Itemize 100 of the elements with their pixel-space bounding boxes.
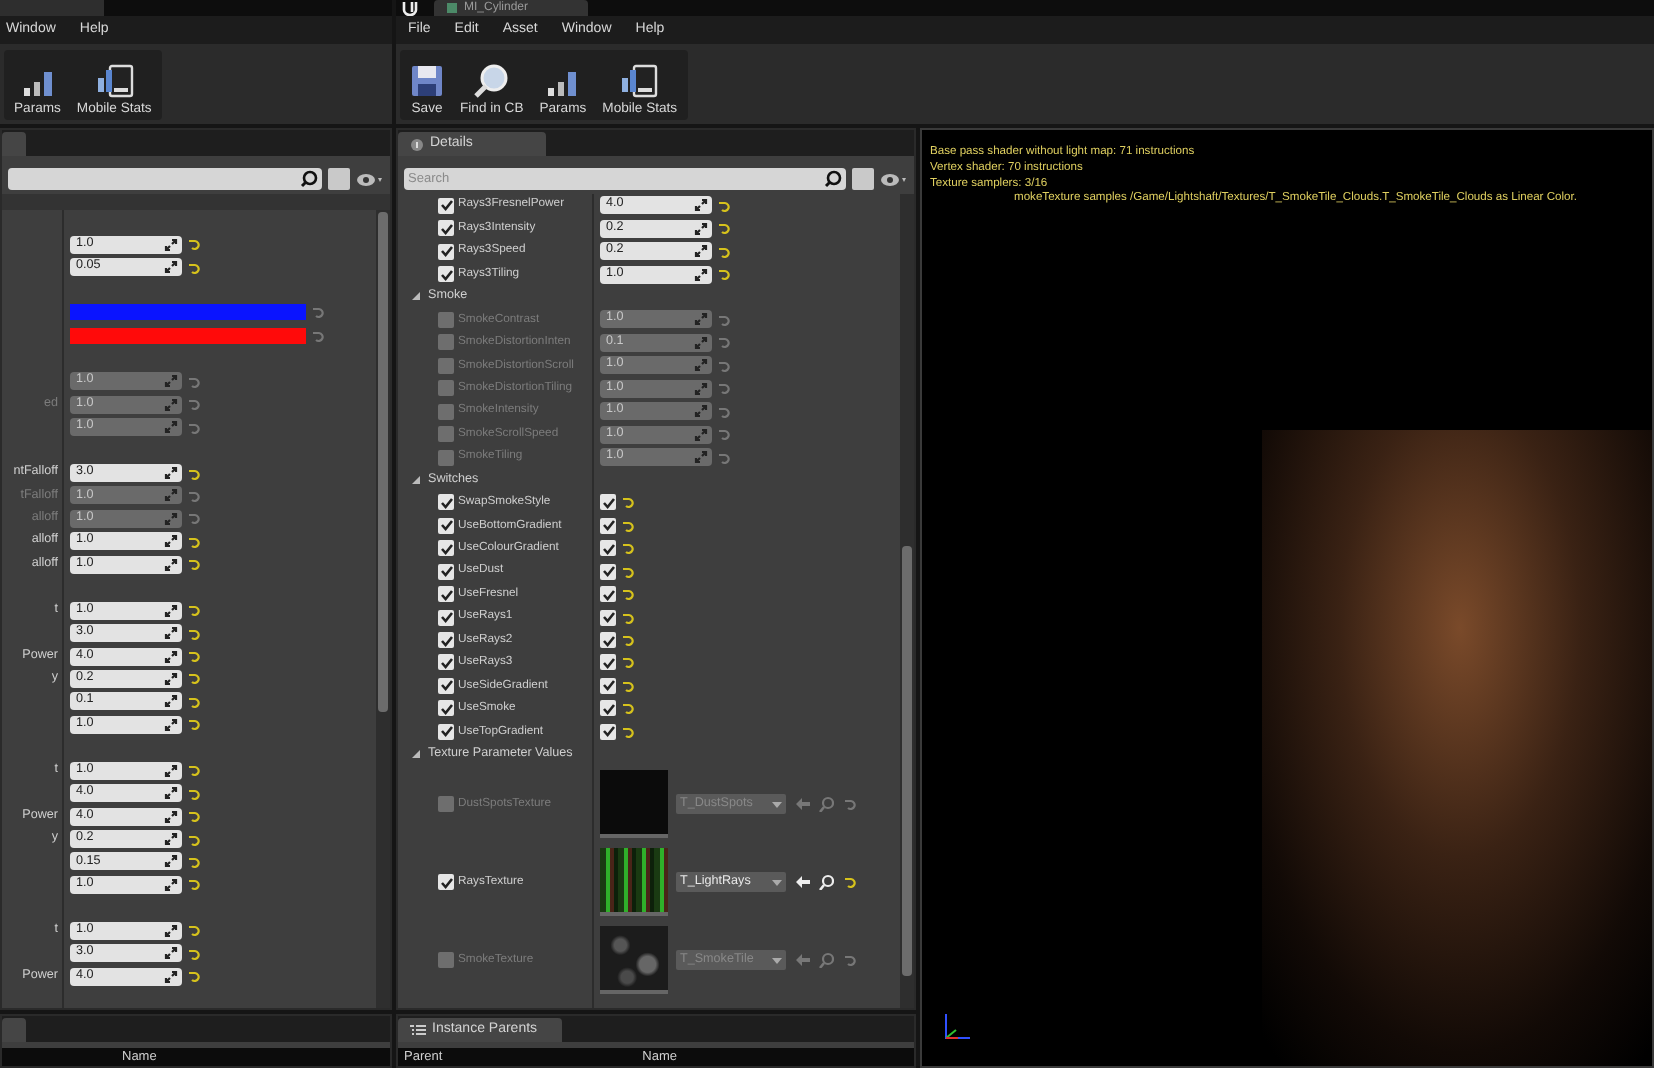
search-icon xyxy=(300,170,318,188)
drag-handle-icon xyxy=(694,221,708,236)
drag-handle-icon xyxy=(164,786,178,801)
checkbox[interactable] xyxy=(438,677,454,694)
checkbox[interactable] xyxy=(438,494,454,511)
drag-handle-icon xyxy=(164,694,178,709)
drag-handle-icon xyxy=(164,237,178,252)
drag-handle-icon xyxy=(164,649,178,664)
checkbox[interactable] xyxy=(600,654,616,671)
drag-handle-icon xyxy=(164,260,178,275)
checkbox[interactable] xyxy=(600,563,616,580)
checkbox[interactable] xyxy=(438,517,454,534)
checkbox[interactable] xyxy=(438,334,454,351)
checkbox[interactable] xyxy=(600,540,616,557)
caret-icon xyxy=(772,879,782,886)
drag-handle-icon xyxy=(694,335,708,350)
checkbox[interactable] xyxy=(438,796,454,813)
checkbox[interactable] xyxy=(438,540,454,557)
drag-handle-icon xyxy=(694,244,708,259)
checkbox[interactable] xyxy=(438,952,454,969)
drag-handle-icon xyxy=(164,832,178,847)
checkbox[interactable] xyxy=(600,677,616,694)
search-icon xyxy=(824,170,842,188)
checkbox[interactable] xyxy=(438,586,454,603)
phone-chart-icon xyxy=(620,63,659,98)
phone-chart-icon xyxy=(95,63,134,98)
checkbox[interactable] xyxy=(438,403,454,420)
color-swatch[interactable] xyxy=(70,327,306,344)
drag-handle-icon xyxy=(164,969,178,984)
checkbox[interactable] xyxy=(600,494,616,511)
drag-handle-icon xyxy=(164,717,178,732)
checkbox[interactable] xyxy=(438,874,454,891)
drag-handle-icon xyxy=(164,923,178,938)
drag-handle-icon xyxy=(694,358,708,373)
caret-icon xyxy=(772,801,782,808)
drag-handle-icon xyxy=(164,397,178,412)
left-arrow-icon[interactable] xyxy=(794,874,810,891)
checkbox[interactable] xyxy=(438,426,454,443)
checkbox[interactable] xyxy=(438,243,454,260)
drag-handle-icon xyxy=(694,450,708,465)
drag-handle-icon xyxy=(164,466,178,481)
bar-chart-icon xyxy=(21,69,54,98)
bar-chart-icon xyxy=(546,69,579,98)
drag-handle-icon xyxy=(164,420,178,435)
drag-handle-icon xyxy=(694,198,708,213)
checkbox[interactable] xyxy=(438,632,454,649)
checkbox[interactable] xyxy=(600,586,616,603)
drag-handle-icon xyxy=(164,671,178,686)
drag-handle-icon xyxy=(164,877,178,892)
checkbox[interactable] xyxy=(600,700,616,717)
drag-handle-icon xyxy=(694,427,708,442)
checkbox[interactable] xyxy=(600,632,616,649)
drag-handle-icon xyxy=(164,763,178,778)
checkbox[interactable] xyxy=(438,700,454,717)
scrollbar[interactable] xyxy=(376,210,390,1008)
search-icon xyxy=(474,63,509,98)
checkbox[interactable] xyxy=(438,380,454,397)
material-icon xyxy=(446,2,458,14)
reset-icon[interactable] xyxy=(842,952,856,969)
eye-dropdown-icon[interactable] xyxy=(356,171,384,187)
drag-handle-icon xyxy=(164,534,178,549)
color-swatch[interactable] xyxy=(70,304,306,321)
drag-handle-icon xyxy=(164,809,178,824)
checkbox[interactable] xyxy=(438,220,454,237)
caret-icon xyxy=(772,957,782,964)
drag-handle-icon xyxy=(164,488,178,503)
checkbox[interactable] xyxy=(438,266,454,283)
drag-handle-icon xyxy=(164,511,178,526)
save-icon xyxy=(410,63,444,98)
drag-handle-icon xyxy=(694,404,708,419)
expand-arrow-icon[interactable] xyxy=(410,290,422,303)
checkbox[interactable] xyxy=(438,563,454,580)
engine-logo-icon xyxy=(402,0,418,16)
checkbox[interactable] xyxy=(438,197,454,214)
eye-dropdown-icon[interactable] xyxy=(880,171,908,187)
checkbox[interactable] xyxy=(438,357,454,374)
drag-handle-icon xyxy=(694,381,708,396)
search-field[interactable] xyxy=(8,168,322,190)
checkbox[interactable] xyxy=(438,449,454,466)
axis-gizmo-icon xyxy=(942,1012,972,1042)
scrollbar[interactable] xyxy=(900,194,914,1008)
drag-handle-icon xyxy=(164,603,178,618)
list-icon xyxy=(410,1024,426,1036)
expand-arrow-icon[interactable] xyxy=(410,748,422,761)
checkbox[interactable] xyxy=(438,609,454,626)
checkbox[interactable] xyxy=(438,723,454,740)
checkbox[interactable] xyxy=(600,609,616,626)
drag-handle-icon xyxy=(164,946,178,961)
drag-handle-icon xyxy=(694,267,708,282)
drag-handle-icon xyxy=(164,557,178,572)
drag-handle-icon xyxy=(164,626,178,641)
checkbox[interactable] xyxy=(600,723,616,740)
expand-arrow-icon[interactable] xyxy=(410,473,422,486)
drag-handle-icon xyxy=(164,854,178,869)
checkbox[interactable] xyxy=(438,654,454,671)
checkbox[interactable] xyxy=(438,311,454,328)
checkbox[interactable] xyxy=(600,517,616,534)
info-icon xyxy=(410,137,424,151)
reset-icon[interactable] xyxy=(842,874,856,891)
reset-icon[interactable] xyxy=(842,796,856,813)
